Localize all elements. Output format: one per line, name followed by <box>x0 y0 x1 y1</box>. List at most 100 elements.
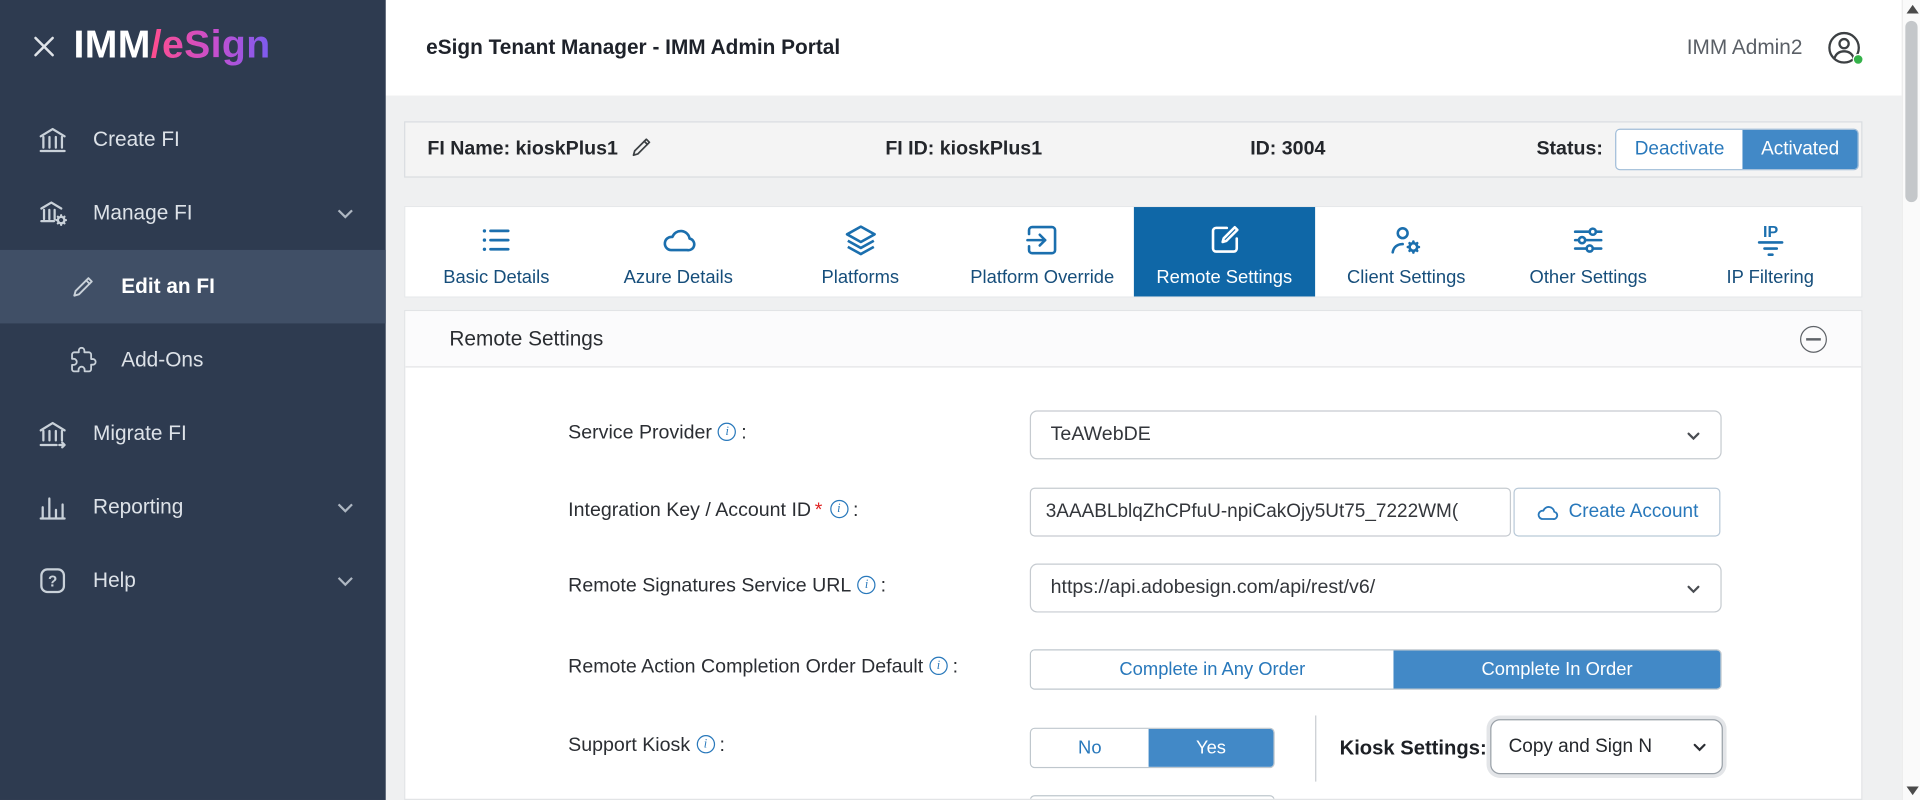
sidebar-item-manage-fi[interactable]: Manage FI <box>0 176 386 250</box>
tab-label: IP Filtering <box>1726 267 1814 288</box>
list-icon <box>478 222 515 259</box>
tab-label: Remote Settings <box>1156 267 1293 288</box>
sidebar-item-label: Help <box>93 568 136 592</box>
sidebar-item-label: Migrate FI <box>93 421 187 445</box>
sidebar-item-label: Create FI <box>93 127 180 151</box>
kiosk-yes-option[interactable]: Yes <box>1148 728 1274 767</box>
tab-label: Platform Override <box>970 267 1115 288</box>
panel-header: Remote Settings <box>405 311 1862 368</box>
kiosk-settings-select[interactable]: Copy and Sign N <box>1490 719 1723 775</box>
kiosk-settings-label: Kiosk Settings: <box>1339 737 1487 760</box>
sidebar: IMM/eSign Create FI Manage FI Edit an FI… <box>0 0 386 800</box>
info-icon[interactable] <box>696 735 715 754</box>
next-control-partial <box>1029 795 1275 799</box>
sidebar-item-label: Add-Ons <box>121 347 204 372</box>
tab-platform-override[interactable]: Platform Override <box>951 207 1133 296</box>
fi-info-bar: FI Name: kioskPlus1 FI ID: kioskPlus1 ID… <box>404 121 1863 178</box>
sidebar-item-edit-an-fi[interactable]: Edit an FI <box>0 249 386 324</box>
remote-settings-panel: Remote Settings Service Provider: TeAWeb… <box>404 309 1863 800</box>
ip-filter-icon: IP <box>1752 222 1789 259</box>
tab-label: Azure Details <box>623 267 733 288</box>
tab-platforms[interactable]: Platforms <box>769 207 951 296</box>
status-toggle: Deactivate Activated <box>1615 128 1859 171</box>
remote-url-select[interactable]: https://api.adobesign.com/api/rest/v6/ <box>1029 563 1722 613</box>
tab-bar: Basic Details Azure Details Platforms Pl… <box>404 205 1863 298</box>
svg-text:?: ? <box>48 574 57 591</box>
scroll-down-arrow[interactable] <box>1906 786 1919 796</box>
app-window: IMM/eSign Create FI Manage FI Edit an FI… <box>0 0 1920 800</box>
edit-fi-name-icon[interactable] <box>629 135 653 160</box>
online-status-dot <box>1852 53 1864 65</box>
tab-client-settings[interactable]: Client Settings <box>1315 207 1497 296</box>
sidebar-item-add-ons[interactable]: Add-Ons <box>0 323 386 397</box>
info-icon[interactable] <box>857 575 876 595</box>
scroll-up-arrow[interactable] <box>1906 4 1919 14</box>
sidebar-item-create-fi[interactable]: Create FI <box>0 103 386 177</box>
kiosk-no-option[interactable]: No <box>1031 728 1149 767</box>
tab-remote-settings[interactable]: Remote Settings <box>1133 207 1316 297</box>
chevron-down-icon <box>332 494 359 521</box>
chevron-down-icon <box>1690 738 1710 758</box>
tab-azure-details[interactable]: Azure Details <box>587 207 769 296</box>
layers-icon <box>842 222 879 259</box>
kiosk-settings-value: Copy and Sign N <box>1508 735 1653 757</box>
status-label: Status: <box>1536 138 1603 160</box>
deactivate-button[interactable]: Deactivate <box>1616 129 1743 170</box>
user-name: IMM Admin2 <box>1686 35 1803 59</box>
service-provider-value: TeAWebDE <box>1050 423 1151 445</box>
complete-any-order-option[interactable]: Complete in Any Order <box>1031 650 1394 689</box>
bar-chart-icon <box>37 491 69 523</box>
panel-title: Remote Settings <box>449 327 604 351</box>
activated-button[interactable]: Activated <box>1742 129 1858 170</box>
arrow-into-box-icon <box>1024 222 1061 259</box>
status-group: Status: Deactivate Activated <box>1536 128 1859 171</box>
id-label: ID: 3004 <box>1250 138 1326 160</box>
bank-icon <box>37 124 69 156</box>
page-title: eSign Tenant Manager - IMM Admin Portal <box>426 35 841 59</box>
sidebar-item-label: Reporting <box>93 494 184 519</box>
sidebar-item-migrate-fi[interactable]: Migrate FI <box>0 397 386 471</box>
support-kiosk-toggle: No Yes <box>1029 727 1275 769</box>
support-kiosk-label: Support Kiosk: <box>568 735 725 762</box>
create-account-label: Create Account <box>1568 501 1699 522</box>
integration-key-label: Integration Key / Account ID*: <box>568 499 858 527</box>
page-scrollbar[interactable] <box>1901 0 1920 800</box>
tab-label: Client Settings <box>1347 267 1466 288</box>
complete-in-order-option[interactable]: Complete In Order <box>1393 650 1721 689</box>
integration-key-input[interactable] <box>1029 487 1512 537</box>
tab-label: Basic Details <box>443 267 550 288</box>
create-account-button[interactable]: Create Account <box>1513 487 1721 537</box>
cloud-icon <box>1536 500 1559 523</box>
info-icon[interactable] <box>718 422 737 442</box>
sidebar-item-help[interactable]: ? Help <box>0 544 386 618</box>
cloud-icon <box>660 222 697 259</box>
top-bar: eSign Tenant Manager - IMM Admin Portal … <box>385 0 1920 96</box>
tab-other-settings[interactable]: Other Settings <box>1497 207 1679 296</box>
help-icon: ? <box>37 565 69 597</box>
chevron-down-icon <box>332 200 359 227</box>
svg-text:IP: IP <box>1763 223 1778 241</box>
divider <box>1315 715 1317 782</box>
tab-ip-filtering[interactable]: IP IP Filtering <box>1679 207 1861 296</box>
info-icon[interactable] <box>929 656 948 676</box>
collapse-panel-icon[interactable] <box>1800 325 1827 353</box>
puzzle-icon <box>70 346 97 374</box>
remote-url-label: Remote Signatures Service URL: <box>568 575 886 603</box>
remote-url-value: https://api.adobesign.com/api/rest/v6/ <box>1050 577 1376 598</box>
sidebar-header: IMM/eSign <box>0 0 386 98</box>
sidebar-item-reporting[interactable]: Reporting <box>0 470 386 544</box>
brand-logo-imm: IMM <box>73 22 151 67</box>
chevron-down-icon <box>332 567 359 594</box>
service-provider-select[interactable]: TeAWebDE <box>1029 410 1722 460</box>
sliders-icon <box>1570 222 1607 259</box>
close-sidebar-icon[interactable] <box>29 32 58 61</box>
completion-order-label: Remote Action Completion Order Default: <box>568 656 958 684</box>
tab-label: Platforms <box>821 267 900 288</box>
bank-migrate-icon <box>37 418 69 450</box>
brand-logo-esign: /eSign <box>150 22 271 67</box>
tab-basic-details[interactable]: Basic Details <box>405 207 587 296</box>
scrollbar-thumb[interactable] <box>1905 20 1918 203</box>
sidebar-item-label: Edit an FI <box>121 274 215 298</box>
sidebar-nav: Create FI Manage FI Edit an FI Add-Ons M… <box>0 103 386 618</box>
info-icon[interactable] <box>829 499 849 519</box>
